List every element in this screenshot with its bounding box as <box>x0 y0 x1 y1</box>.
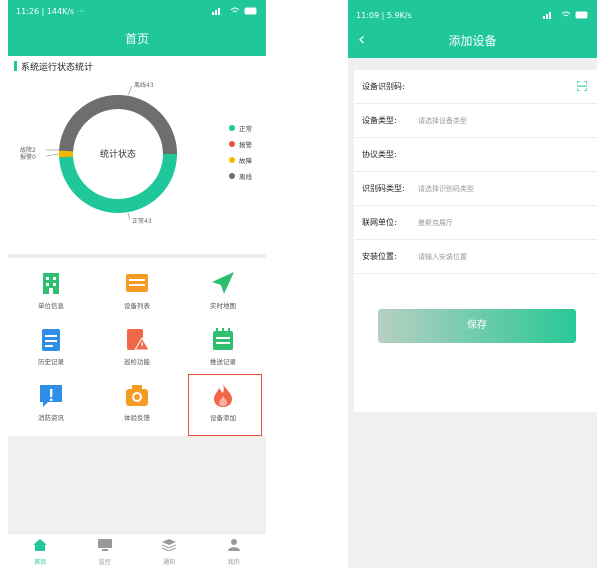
legend-alarm: 报警 <box>239 140 253 149</box>
status-speed: 144K/s <box>46 6 75 16</box>
field-label: 设备识别码: <box>362 82 405 91</box>
grid-item-label: 设备列表 <box>124 302 150 310</box>
list-icon <box>124 270 150 296</box>
field-protocol-type[interactable]: 协议类型: <box>354 138 597 172</box>
status-stats-panel: 系统运行状态统计 统计状态 离线43 正常43 故障2 报警0 正常 报警 故障… <box>8 56 266 254</box>
field-device-type[interactable]: 设备类型: 请选择设备类型 <box>354 104 597 138</box>
grid-item-inspection[interactable]: 巡检功能 <box>102 320 172 374</box>
tab-profile[interactable]: 我的 <box>209 534 259 566</box>
status-left: 11:09 | 5.9K/s <box>356 10 412 20</box>
tab-notice[interactable]: 通知 <box>144 534 194 566</box>
accent-bar <box>14 61 17 71</box>
status-icons <box>212 7 258 15</box>
grid-item-label: 历史记录 <box>38 358 64 366</box>
grid-item-realtime-map[interactable]: 实时地图 <box>188 264 258 318</box>
status-bar: 11:26 | 144K/s ··· <box>8 0 266 22</box>
status-time: 11:09 <box>356 10 380 20</box>
stats-title-row: 系统运行状态统计 <box>8 56 266 76</box>
callout-normal: 正常43 <box>132 217 152 225</box>
grid-item-unit-info[interactable]: 单位信息 <box>16 264 86 318</box>
callout-fault: 故障2 <box>20 146 36 154</box>
status-bar: 11:09 | 5.9K/s <box>348 0 597 24</box>
field-network-unit[interactable]: 联网单位: 曼斯克展厅 <box>354 206 597 240</box>
field-value: 曼斯克展厅 <box>418 218 453 227</box>
grid-item-label: 巡检功能 <box>124 358 150 366</box>
field-label: 协议类型: <box>362 150 397 159</box>
grid-item-push-records[interactable]: 推送记录 <box>188 320 258 374</box>
save-button[interactable]: 保存 <box>378 309 576 343</box>
back-arrow-icon[interactable]: ‹ <box>358 24 365 56</box>
tab-monitor[interactable]: 监控 <box>80 534 130 566</box>
donut-chart: 统计状态 离线43 正常43 故障2 报警0 正常 报警 故障 离线 <box>20 81 253 225</box>
calendar-icon <box>210 326 236 352</box>
grid-item-label: 单位信息 <box>38 302 64 310</box>
callout-offline: 离线43 <box>134 81 154 89</box>
tab-home[interactable]: 首页 <box>15 534 65 566</box>
field-id-code-type[interactable]: 识别码类型: 请选择识别码类型 <box>354 172 597 206</box>
grid-item-label: 实时地图 <box>210 302 236 310</box>
layers-icon <box>162 539 177 552</box>
add-device-form: 设备识别码: 设备类型: 请选择设备类型 协议类型: 识别码类型: 请选择识别码… <box>354 70 597 412</box>
legend-normal: 正常 <box>239 124 252 133</box>
page-title: 添加设备 <box>448 34 497 48</box>
callout-alarm: 报警0 <box>20 153 36 161</box>
battery-icon <box>244 7 257 15</box>
grid-item-device-list[interactable]: 设备列表 <box>102 264 172 318</box>
user-icon <box>227 539 240 551</box>
status-icons <box>543 11 589 19</box>
camera-icon <box>124 382 150 408</box>
status-dots: ··· <box>76 6 85 16</box>
field-label: 设备类型: <box>362 116 397 125</box>
battery-icon <box>575 11 588 19</box>
legend-offline: 离线 <box>239 172 253 181</box>
signal-icon <box>543 12 551 19</box>
page-title-bar: ‹ 添加设备 <box>348 24 597 58</box>
inspect-icon <box>124 326 150 352</box>
send-icon <box>210 270 236 296</box>
stats-title: 系统运行状态统计 <box>21 62 94 73</box>
tab-label: 通知 <box>163 559 176 566</box>
home-icon <box>33 539 48 551</box>
bottom-tab-bar: 首页 监控 通知 我的 <box>8 533 266 568</box>
tab-label: 监控 <box>98 559 111 566</box>
grid-item-label: 消防资讯 <box>38 414 64 422</box>
tab-label: 我的 <box>227 559 240 566</box>
phone-add-device-screen: 11:09 | 5.9K/s ‹ 添加设备 设备识别码: 设备类型: 请选择设备… <box>348 0 597 568</box>
feature-grid: 单位信息 设备列表 实时地图 历史记录 巡检功能 推送记录 消防资讯 体验反馈 … <box>8 258 266 436</box>
signal-icon <box>212 8 220 15</box>
field-device-id[interactable]: 设备识别码: <box>354 70 597 104</box>
field-value: 请选择识别码类型 <box>418 184 474 193</box>
field-install-location[interactable]: 安装位置: 请输入安装位置 <box>354 240 597 274</box>
grid-item-label: 体验反馈 <box>124 414 150 422</box>
tab-label: 首页 <box>34 559 47 566</box>
status-time: 11:26 <box>16 6 40 16</box>
app-header: 11:09 | 5.9K/s ‹ 添加设备 <box>348 0 597 58</box>
status-speed: 5.9K/s <box>386 10 412 20</box>
donut-center-label: 统计状态 <box>100 148 136 160</box>
grid-item-label: 推送记录 <box>210 358 236 366</box>
page-title: 首页 <box>124 32 149 46</box>
clipboard-icon <box>38 326 64 352</box>
legend-fault: 故障 <box>239 156 253 165</box>
chart-legend: 正常 报警 故障 离线 <box>229 124 253 181</box>
monitor-icon <box>97 539 112 551</box>
status-left: 11:26 | 144K/s ··· <box>16 6 85 16</box>
scan-icon[interactable] <box>577 81 587 91</box>
field-label: 联网单位: <box>362 218 397 227</box>
wifi-icon <box>561 11 571 17</box>
building-icon <box>38 270 64 296</box>
alert-message-icon <box>38 382 64 408</box>
field-label: 识别码类型: <box>362 184 405 193</box>
wifi-icon <box>230 7 240 13</box>
app-header: 11:26 | 144K/s ··· 首页 <box>8 0 266 56</box>
field-value: 请输入安装位置 <box>418 252 467 261</box>
field-label: 安装位置: <box>362 252 397 261</box>
field-value: 请选择设备类型 <box>418 116 467 125</box>
grid-item-fire-news[interactable]: 消防资讯 <box>16 376 86 430</box>
grid-item-feedback[interactable]: 体验反馈 <box>102 376 172 430</box>
grid-item-history[interactable]: 历史记录 <box>16 320 86 374</box>
phone-home-screen: 11:26 | 144K/s ··· 首页 系统运行状态统计 统计状态 离线43… <box>8 0 266 568</box>
highlight-box <box>188 374 262 436</box>
donut-segment-offline <box>59 95 177 155</box>
